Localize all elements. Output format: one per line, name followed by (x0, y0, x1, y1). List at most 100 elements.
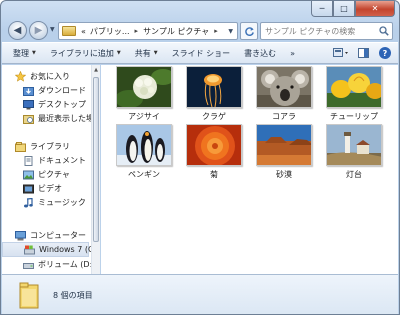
minimize-button[interactable]: ─ (311, 1, 333, 17)
nav-pictures[interactable]: ピクチャ (2, 167, 89, 182)
file-name: 菊 (210, 170, 218, 179)
nav-libraries-label: ライブラリ (30, 142, 70, 151)
include-in-library-button[interactable]: ライブラリに追加 ▼ (43, 44, 128, 62)
file-item-tulips[interactable]: チューリップ (323, 66, 385, 124)
nav-desktop-label: デスクトップ (38, 100, 86, 109)
file-name: クラゲ (202, 112, 226, 121)
nav-videos-label: ビデオ (38, 184, 62, 193)
nav-videos[interactable]: ビデオ (2, 181, 89, 196)
file-name: チューリップ (330, 112, 378, 121)
nav-downloads[interactable]: ダウンロード (2, 83, 89, 98)
jellyfish-image (186, 66, 242, 108)
computer-icon (15, 230, 26, 241)
search-box[interactable] (260, 22, 393, 40)
maximize-button[interactable]: □ (333, 1, 355, 17)
file-name: 灯台 (346, 170, 362, 179)
file-item-jellyfish[interactable]: クラゲ (183, 66, 245, 124)
file-name: コアラ (272, 112, 296, 121)
back-button[interactable]: ◀ (8, 21, 27, 40)
scroll-thumb[interactable] (93, 77, 99, 242)
caption-buttons: ─ □ ✕ (311, 1, 395, 18)
command-bar: 整理 ▼ ライブラリに追加 ▼ 共有 ▼ スライド ショー 書き込む » ? (2, 42, 398, 64)
more-commands-button[interactable]: » (283, 44, 302, 62)
hydrangeas-image (116, 66, 172, 108)
views-icon (333, 48, 348, 57)
nav-desktop[interactable]: デスクトップ (2, 97, 89, 112)
burn-button[interactable]: 書き込む (237, 44, 283, 62)
nav-downloads-label: ダウンロード (38, 86, 86, 95)
preview-pane-button[interactable] (354, 45, 372, 61)
recent-pages-dropdown[interactable]: ▼ (50, 26, 55, 33)
close-button[interactable]: ✕ (355, 1, 395, 17)
folder-icon (62, 26, 76, 36)
nav-drive-d-label: ボリューム (D:) (38, 260, 96, 269)
nav-computer-label: コンピューター (30, 231, 86, 240)
nav-recent-places[interactable]: 最近表示した場所 (2, 111, 99, 126)
star-icon (15, 71, 26, 82)
recent-places-icon (23, 114, 34, 124)
libraries-icon (15, 141, 26, 152)
desktop-icon (23, 99, 34, 110)
slideshow-button[interactable]: スライド ショー (165, 44, 238, 62)
music-icon (23, 197, 34, 208)
preview-pane-icon (357, 48, 369, 58)
file-item-lighthouse[interactable]: 灯台 (323, 124, 385, 182)
nav-favorites-label: お気に入り (30, 72, 70, 81)
item-count: 8 個の項目 (53, 290, 93, 300)
explorer-window: ─ □ ✕ ◀ ▶ ▼ « パブリッ... ▸ サンプル ピクチャ ▸ ▼ サン… (0, 0, 400, 315)
nav-documents-label: ドキュメント (38, 156, 86, 165)
breadcrumb-public[interactable]: パブリッ... (88, 26, 132, 37)
navigation-pane: お気に入り ダウンロード デスクトップ 最近表示した場所 ライブラリ ドキュメン… (2, 65, 100, 274)
navigation-scrollbar[interactable]: ▲ (91, 65, 100, 274)
share-button[interactable]: 共有 ▼ (128, 44, 165, 62)
organize-button[interactable]: 整理 ▼ (6, 44, 43, 62)
tulips-image (326, 66, 382, 108)
nav-drive-c[interactable]: Windows 7 (C:) (2, 242, 99, 257)
videos-icon (23, 184, 34, 194)
folder-icon (19, 282, 39, 309)
chevron-down-icon: ▼ (153, 50, 158, 56)
breadcrumb-overflow[interactable]: « (79, 27, 88, 36)
breadcrumb-separator[interactable]: ▸ (132, 27, 142, 35)
nav-favorites[interactable]: お気に入り (2, 69, 89, 84)
include-in-library-label: ライブラリに追加 (49, 48, 114, 58)
refresh-icon (244, 26, 254, 36)
details-pane: 8 個の項目 (2, 274, 398, 314)
drive-c-icon (24, 245, 35, 255)
chevron-down-icon: ▼ (32, 50, 36, 56)
breadcrumb-sample-pictures[interactable]: サンプル ピクチャ (141, 26, 211, 37)
file-list: アジサイ クラゲ コアラ チューリップ ペンギン 菊 砂漠 灯台 (101, 65, 398, 274)
nav-music[interactable]: ミュージック (2, 195, 89, 210)
drive-d-icon (23, 260, 34, 270)
scroll-up-button[interactable]: ▲ (92, 65, 100, 74)
forward-button[interactable]: ▶ (29, 21, 48, 40)
search-input[interactable] (261, 26, 376, 36)
nav-drive-d[interactable]: ボリューム (D:) (2, 257, 95, 272)
search-icon[interactable] (376, 26, 392, 36)
change-view-button[interactable] (332, 45, 350, 61)
file-name: アジサイ (128, 112, 160, 121)
file-item-penguins[interactable]: ペンギン (113, 124, 175, 182)
file-name: ペンギン (128, 170, 160, 179)
address-bar[interactable]: « パブリッ... ▸ サンプル ピクチャ ▸ ▼ (58, 22, 238, 40)
help-icon: ? (379, 47, 391, 59)
address-dropdown[interactable]: ▼ (224, 28, 237, 35)
breadcrumb-separator[interactable]: ▸ (211, 27, 221, 35)
file-name: 砂漠 (276, 170, 292, 179)
file-item-desert[interactable]: 砂漠 (253, 124, 315, 182)
file-item-hydrangeas[interactable]: アジサイ (113, 66, 175, 124)
lighthouse-image (326, 124, 382, 166)
nav-computer[interactable]: コンピューター (2, 228, 89, 243)
nav-documents[interactable]: ドキュメント (2, 153, 89, 168)
command-bar-right: ? (332, 45, 398, 61)
file-item-chrysanthemum[interactable]: 菊 (183, 124, 245, 182)
file-item-koala[interactable]: コアラ (253, 66, 315, 124)
address-row: ◀ ▶ ▼ « パブリッ... ▸ サンプル ピクチャ ▸ ▼ (6, 20, 393, 42)
koala-image (256, 66, 312, 108)
nav-libraries[interactable]: ライブラリ (2, 139, 89, 154)
desert-image (256, 124, 312, 166)
documents-icon (23, 155, 34, 166)
help-button[interactable]: ? (376, 45, 394, 61)
pictures-icon (23, 170, 34, 180)
refresh-button[interactable] (240, 22, 258, 40)
